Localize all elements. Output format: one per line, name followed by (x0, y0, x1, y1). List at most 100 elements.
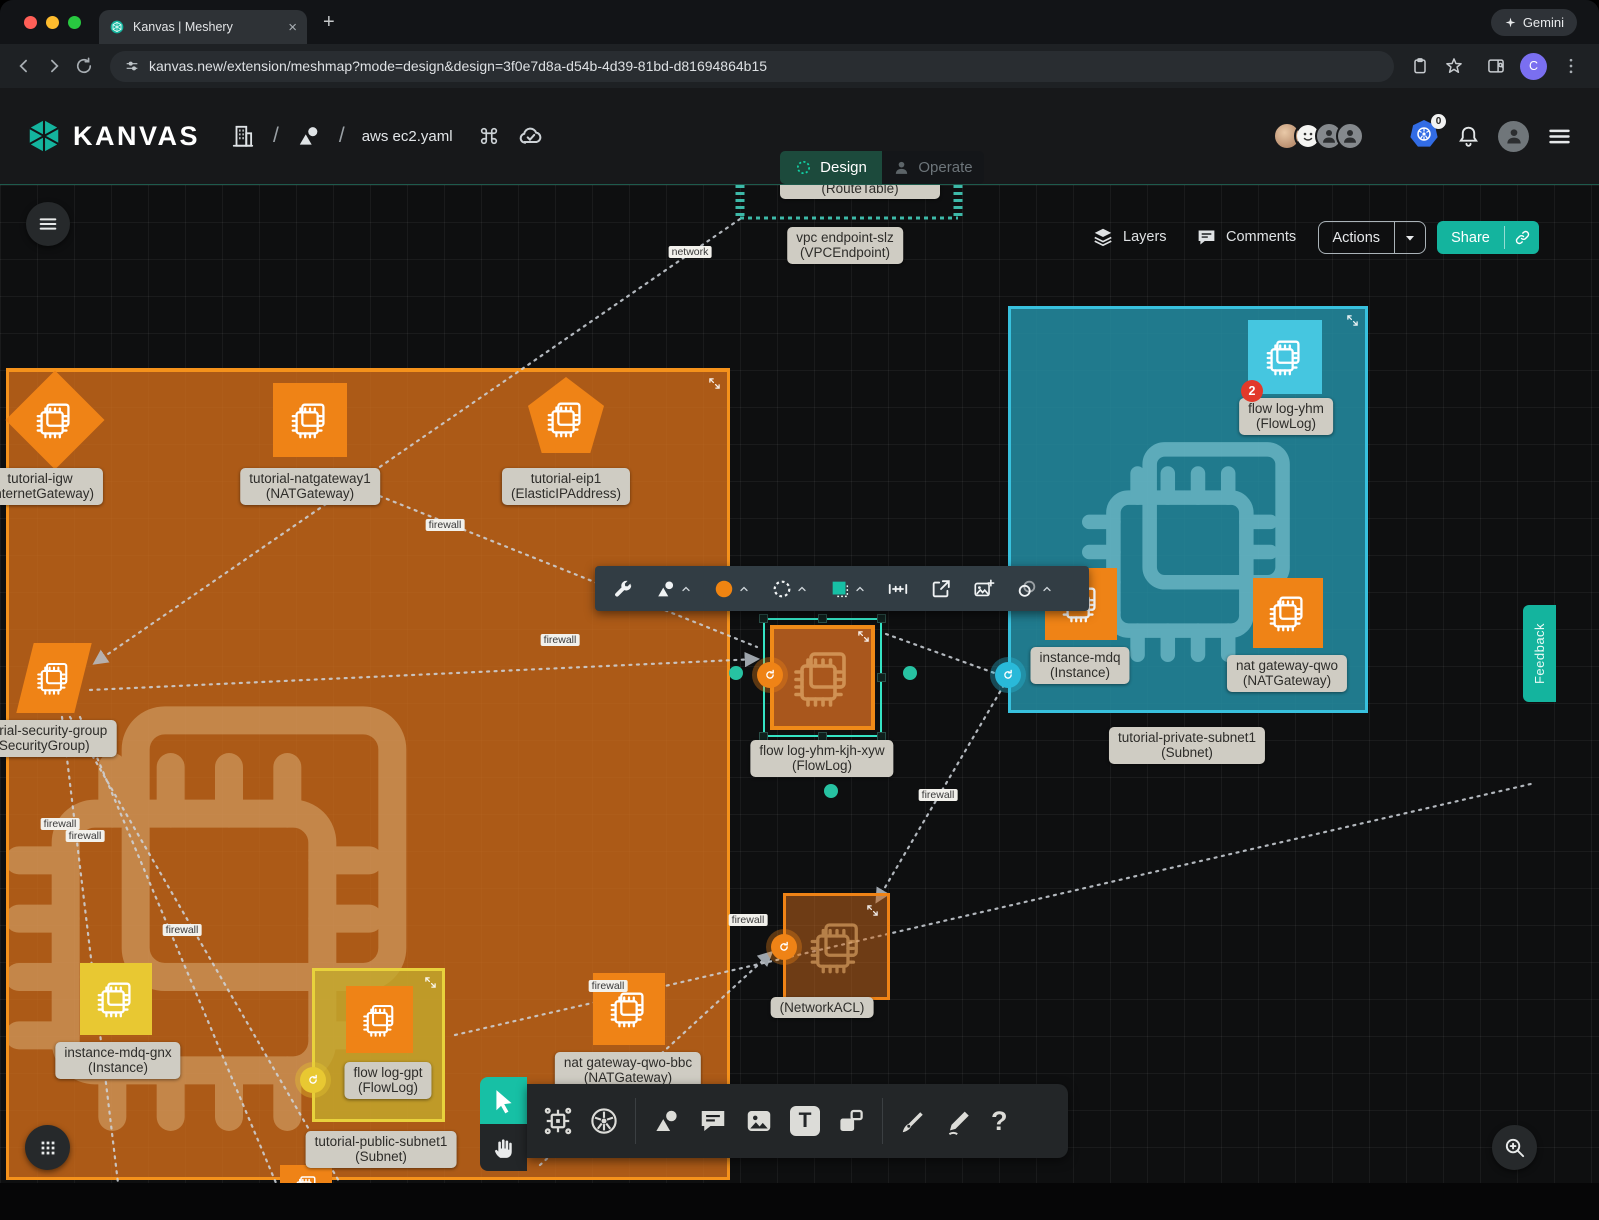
image-tool[interactable] (744, 1106, 774, 1136)
browser-menu-icon[interactable] (1561, 56, 1581, 76)
notification-count-badge[interactable]: 2 (1241, 380, 1263, 402)
breadcrumb-separator: / (273, 124, 279, 148)
actions-dropdown-caret[interactable] (1395, 230, 1425, 246)
app-menu-icon[interactable] (1546, 123, 1573, 150)
collapse-icon[interactable] (708, 377, 721, 390)
pencil-tool[interactable] (945, 1106, 975, 1136)
chip-icon (1265, 590, 1311, 636)
tweak-tool[interactable] (612, 578, 634, 600)
feedback-tab[interactable]: Feedback (1523, 605, 1556, 702)
frame-tool[interactable] (836, 1106, 866, 1136)
comment-tool[interactable] (698, 1106, 728, 1136)
connection-dot[interactable] (903, 666, 917, 680)
flow-log-badge[interactable] (757, 662, 783, 688)
new-tab-button[interactable]: + (323, 11, 335, 34)
address-bar[interactable]: kanvas.new/extension/meshmap?mode=design… (110, 51, 1394, 82)
refresh-icon (763, 668, 777, 682)
design-canvas[interactable]: (RouteTable) vpc endpoint-slz(VPCEndpoin… (0, 185, 1599, 1183)
shape-style-picker[interactable] (655, 578, 692, 600)
actions-button[interactable]: Actions (1318, 221, 1426, 254)
network-acl-badge[interactable] (771, 934, 797, 960)
opacity-picker[interactable] (1016, 578, 1053, 600)
breadcrumb-separator: / (339, 124, 345, 148)
resize-handle[interactable] (759, 614, 768, 623)
component-tool[interactable] (543, 1106, 573, 1136)
background-style-picker[interactable] (829, 578, 866, 600)
breadcrumb: / / aws ec2.yaml (230, 123, 544, 150)
chip-icon (32, 397, 78, 443)
collapse-icon[interactable] (424, 976, 437, 989)
node-tutorial-natgateway1[interactable] (273, 383, 347, 457)
site-settings-icon[interactable] (124, 58, 140, 74)
resize-tool[interactable] (887, 578, 909, 600)
side-panel-icon[interactable] (1486, 56, 1506, 76)
tab-close-icon[interactable]: × (288, 19, 297, 36)
pen-tool[interactable] (899, 1106, 929, 1136)
node-label: flow log-gpt(FlowLog) (344, 1062, 431, 1099)
browser-tab[interactable]: Kanvas | Meshery × (99, 10, 307, 44)
select-tool[interactable] (480, 1077, 527, 1124)
chip-icon (787, 642, 859, 714)
border-style-picker[interactable] (771, 578, 808, 600)
comment-icon (698, 1106, 728, 1136)
collapse-icon[interactable] (866, 904, 879, 917)
gemini-button[interactable]: Gemini (1491, 9, 1577, 36)
comments-button[interactable]: Comments (1196, 221, 1296, 253)
design-file-name[interactable]: aws ec2.yaml (362, 128, 453, 145)
browser-actions: C (1410, 53, 1581, 80)
kubernetes-tool[interactable] (589, 1106, 619, 1136)
layers-button[interactable]: Layers (1092, 221, 1167, 253)
resize-handle[interactable] (877, 614, 886, 623)
node-instance-mdq-gnx[interactable] (80, 963, 152, 1035)
resize-handle[interactable] (877, 673, 886, 682)
tab-operate[interactable]: Operate (882, 151, 984, 184)
shapes-tool[interactable] (652, 1106, 682, 1136)
organization-icon[interactable] (230, 123, 256, 149)
collapse-icon[interactable] (857, 630, 870, 643)
fill-color-picker[interactable] (713, 578, 750, 600)
flow-log-gpt-badge[interactable] (300, 1067, 326, 1093)
environment-button[interactable]: 0 (1409, 119, 1439, 154)
collapse-icon[interactable] (1346, 314, 1359, 327)
chip-icon (543, 396, 589, 442)
node-nat-gateway-qwo[interactable] (1253, 578, 1323, 648)
add-image[interactable] (973, 578, 995, 600)
wrench-icon (612, 578, 634, 600)
circle-fill-icon (713, 578, 735, 600)
save-page-icon[interactable] (1410, 56, 1430, 76)
canvas-menu-button[interactable] (26, 202, 70, 246)
back-icon[interactable] (14, 56, 34, 76)
forward-icon[interactable] (44, 56, 64, 76)
tab-design[interactable]: Design (780, 151, 882, 184)
zoom-button[interactable] (1492, 1125, 1537, 1170)
node-network-acl[interactable] (783, 893, 890, 1000)
maximize-window-button[interactable] (68, 16, 81, 29)
resize-handle[interactable] (818, 614, 827, 623)
kanvas-brand[interactable]: KANVAS (26, 118, 200, 154)
share-button[interactable]: Share (1437, 221, 1539, 254)
subnet-connection-badge[interactable] (995, 662, 1021, 688)
browser-toolbar: kanvas.new/extension/meshmap?mode=design… (0, 44, 1599, 88)
chrome-profile-avatar[interactable]: C (1520, 53, 1547, 80)
copy-link-button[interactable] (1505, 229, 1539, 246)
reload-icon[interactable] (74, 56, 94, 76)
bookmark-star-icon[interactable] (1444, 56, 1464, 76)
collaborator-avatar[interactable] (1336, 122, 1364, 150)
node-flow-log-gpt-container[interactable] (312, 968, 445, 1122)
workspace-shapes-icon[interactable] (296, 123, 322, 149)
widgets-button[interactable] (25, 1125, 70, 1170)
connection-dot[interactable] (729, 666, 743, 680)
text-tool[interactable]: T (790, 1106, 820, 1136)
help-tool[interactable]: ? (991, 1106, 1008, 1137)
pan-tool[interactable] (480, 1124, 527, 1171)
notifications-bell-icon[interactable] (1456, 124, 1481, 149)
minimize-window-button[interactable] (46, 16, 59, 29)
command-icon[interactable] (478, 125, 500, 147)
connection-dot[interactable] (824, 784, 838, 798)
external-icon (930, 578, 952, 600)
open-in-new[interactable] (930, 578, 952, 600)
account-avatar[interactable] (1498, 121, 1529, 152)
close-window-button[interactable] (24, 16, 37, 29)
cloud-sync-icon[interactable] (517, 123, 544, 150)
node-flow-log-gpt[interactable] (346, 986, 413, 1053)
